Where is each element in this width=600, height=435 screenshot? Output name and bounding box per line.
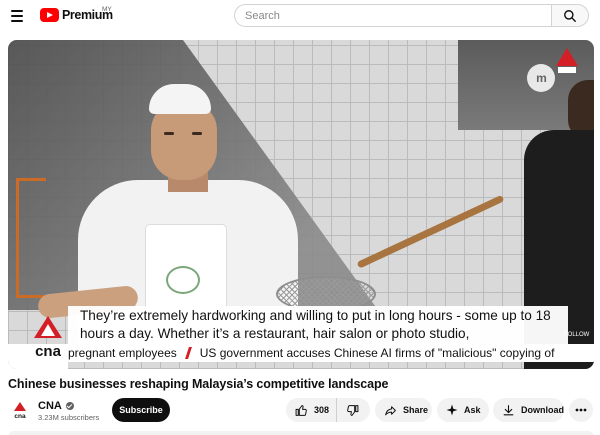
search-box bbox=[234, 4, 552, 27]
download-icon bbox=[503, 404, 514, 415]
share-button[interactable]: Share bbox=[375, 398, 432, 422]
search-icon bbox=[564, 9, 576, 22]
download-button[interactable]: Download bbox=[493, 398, 564, 422]
lower-third: They’re extremely hardworking and willin… bbox=[8, 302, 594, 369]
share-label: Share bbox=[403, 405, 429, 415]
ticker-item: US government accuses Chinese AI firms o… bbox=[199, 346, 555, 360]
news-ticker: pregnant employees US government accuses … bbox=[68, 344, 594, 362]
ask-button[interactable]: Ask bbox=[437, 398, 489, 422]
subscribe-button[interactable]: Subscribe bbox=[112, 398, 170, 422]
subscriber-count: 3.23M subscribers bbox=[38, 413, 100, 422]
channel-name: CNA bbox=[38, 400, 62, 412]
cna-watermark-icon bbox=[556, 48, 578, 73]
ask-label: Ask bbox=[464, 405, 481, 415]
video-watermark-icon: m bbox=[527, 64, 555, 92]
channel-avatar[interactable]: cna bbox=[9, 399, 30, 420]
search-button[interactable] bbox=[551, 4, 589, 27]
cna-avatar-icon: cna bbox=[13, 401, 26, 419]
video-title: Chinese businesses reshaping Malaysia’s … bbox=[8, 377, 389, 391]
video-apron-logo bbox=[166, 266, 200, 294]
video-player[interactable]: m They’re extremely hardworking and will… bbox=[8, 40, 594, 369]
video-man-eye bbox=[192, 132, 202, 135]
dislike-button[interactable] bbox=[336, 398, 370, 422]
follow-label: FOLLOW bbox=[564, 332, 590, 338]
more-actions-button[interactable] bbox=[569, 398, 593, 422]
search-input[interactable] bbox=[235, 5, 552, 26]
youtube-logo-icon bbox=[40, 8, 59, 22]
top-bar: Premium MY bbox=[0, 0, 600, 32]
ticker-item: pregnant employees bbox=[68, 346, 177, 360]
country-code: MY bbox=[102, 6, 112, 13]
channel-name-link[interactable]: CNA bbox=[38, 400, 74, 412]
cna-logo-text: cna bbox=[35, 343, 62, 360]
like-icon bbox=[295, 404, 307, 416]
ticker-separator bbox=[184, 347, 192, 359]
cna-logo: cna bbox=[34, 316, 62, 360]
like-count: 308 bbox=[314, 405, 330, 415]
verified-icon bbox=[65, 402, 74, 410]
menu-icon[interactable] bbox=[9, 7, 27, 25]
avatar-text: cna bbox=[14, 413, 26, 419]
ask-sparkle-icon bbox=[446, 404, 458, 416]
video-caption: They’re extremely hardworking and willin… bbox=[80, 308, 551, 341]
download-label: Download bbox=[521, 405, 564, 415]
share-icon bbox=[385, 405, 396, 415]
video-man-eye bbox=[164, 132, 174, 135]
video-rack bbox=[16, 178, 46, 298]
description-box-edge bbox=[8, 431, 594, 435]
like-button[interactable]: 308 bbox=[286, 398, 336, 422]
more-icon bbox=[575, 408, 587, 412]
dislike-icon bbox=[347, 404, 359, 416]
